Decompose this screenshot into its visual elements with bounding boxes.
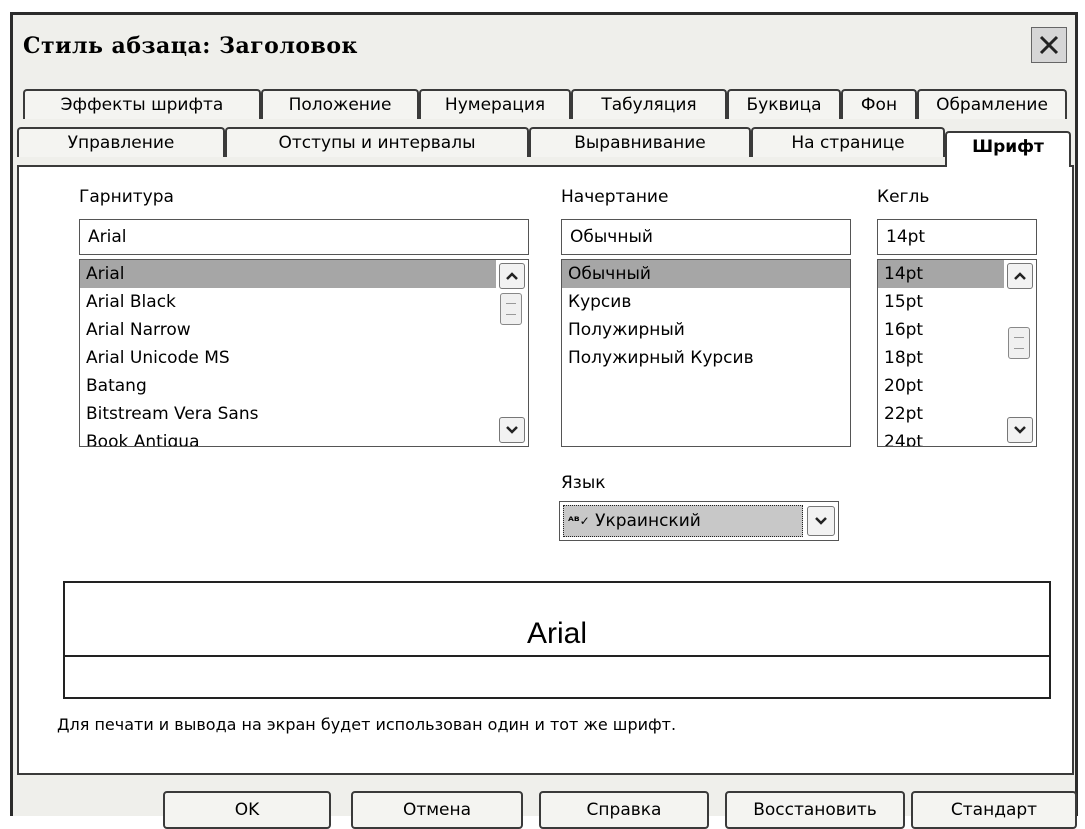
family-label: Гарнитура	[79, 187, 174, 207]
tab-font-effects[interactable]: Эффекты шрифта	[23, 89, 261, 119]
size-label: Кегль	[877, 187, 930, 207]
chevron-up-icon	[1014, 272, 1026, 280]
style-list-item[interactable]: Полужирный Курсив	[562, 344, 850, 372]
restore-button[interactable]: Восстановить	[725, 791, 905, 829]
family-list-item[interactable]: Book Antiqua	[80, 428, 528, 446]
chevron-down-icon	[815, 517, 827, 525]
language-label: Язык	[561, 473, 606, 493]
style-list-item[interactable]: Курсив	[562, 288, 850, 316]
scroll-down-button[interactable]	[499, 417, 525, 443]
tab-text-flow[interactable]: На странице	[751, 127, 945, 157]
language-select[interactable]: ᴬᴮ✓ Украинский	[559, 501, 839, 541]
style-label: Начертание	[561, 187, 669, 207]
title-bar: Стиль абзаца: Заголовок	[13, 15, 1075, 75]
style-list[interactable]: Обычный Курсив Полужирный Полужирный Кур…	[561, 259, 851, 447]
size-scrollbar[interactable]	[1007, 263, 1033, 443]
tab-alignment[interactable]: Выравнивание	[529, 127, 751, 157]
style-list-item[interactable]: Обычный	[562, 260, 850, 288]
family-list[interactable]: Arial Arial Black Arial Narrow Arial Uni…	[79, 259, 529, 447]
chevron-down-icon	[506, 426, 518, 434]
language-value-text: Украинский	[595, 511, 701, 531]
style-input[interactable]: Обычный	[561, 219, 851, 255]
tab-tabs[interactable]: Табуляция	[571, 89, 727, 119]
scroll-thumb[interactable]	[1008, 327, 1030, 359]
tab-indents-spacing[interactable]: Отступы и интервалы	[225, 127, 529, 157]
paragraph-style-dialog: Стиль абзаца: Заголовок Эффекты шрифта П…	[10, 12, 1078, 829]
tab-font[interactable]: Шрифт	[945, 131, 1071, 167]
cancel-button[interactable]: Отмена	[351, 791, 523, 829]
font-preview: Arial	[63, 581, 1051, 699]
size-input[interactable]: 14pt	[877, 219, 1037, 255]
size-list-item[interactable]: 14pt	[878, 260, 1004, 288]
chevron-down-icon	[1014, 426, 1026, 434]
language-dropdown-button[interactable]	[807, 506, 835, 536]
scroll-down-button[interactable]	[1007, 417, 1033, 443]
tab-control[interactable]: Управление	[17, 127, 225, 157]
family-list-item[interactable]: Arial Black	[80, 288, 528, 316]
family-list-item[interactable]: Bitstream Vera Sans	[80, 400, 528, 428]
tab-drop-caps[interactable]: Буквица	[727, 89, 841, 119]
scroll-thumb[interactable]	[500, 293, 522, 325]
standard-button[interactable]: Стандарт	[911, 791, 1077, 829]
preview-baseline	[65, 655, 1049, 657]
dialog-title: Стиль абзаца: Заголовок	[23, 33, 358, 59]
language-value: ᴬᴮ✓ Украинский	[563, 505, 803, 537]
family-list-item[interactable]: Batang	[80, 372, 528, 400]
ok-button[interactable]: OK	[163, 791, 331, 829]
size-list[interactable]: 14pt 15pt 16pt 18pt 20pt 22pt 24pt	[877, 259, 1037, 447]
close-button[interactable]	[1031, 27, 1067, 63]
scroll-up-button[interactable]	[499, 263, 525, 289]
printer-screen-note: Для печати и вывода на экран будет испол…	[57, 715, 677, 734]
chevron-up-icon	[506, 272, 518, 280]
family-list-item[interactable]: Arial Unicode MS	[80, 344, 528, 372]
family-scrollbar[interactable]	[499, 263, 525, 443]
family-input[interactable]: Arial	[79, 219, 529, 255]
tab-numbering[interactable]: Нумерация	[419, 89, 571, 119]
tab-background[interactable]: Фон	[841, 89, 917, 119]
close-icon	[1039, 35, 1059, 55]
tab-borders[interactable]: Обрамление	[917, 89, 1067, 119]
scroll-up-button[interactable]	[1007, 263, 1033, 289]
help-button[interactable]: Справка	[539, 791, 709, 829]
preview-text-wrap: Arial	[65, 617, 1049, 651]
spellcheck-icon: ᴬᴮ✓	[568, 514, 590, 528]
tab-position[interactable]: Положение	[261, 89, 419, 119]
preview-text: Arial	[522, 617, 591, 650]
style-list-item[interactable]: Полужирный	[562, 316, 850, 344]
family-list-item[interactable]: Arial Narrow	[80, 316, 528, 344]
family-list-item[interactable]: Arial	[80, 260, 496, 288]
